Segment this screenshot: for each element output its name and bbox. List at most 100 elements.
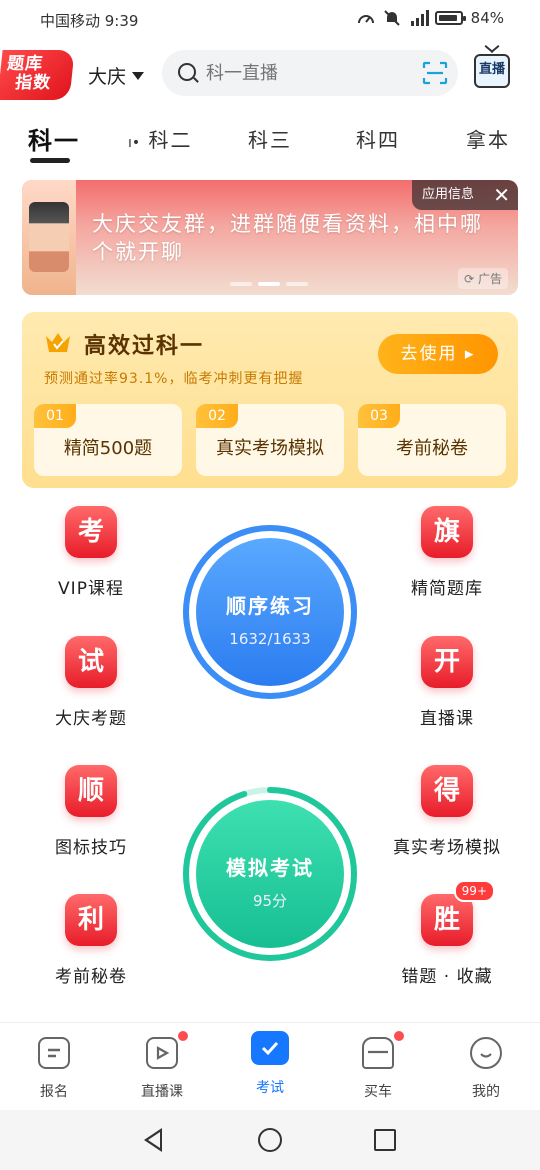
bottom-nav: 报名 直播课 考试 买车 我的 [0,1022,540,1110]
sheng-char: 胜 [433,905,460,935]
grid-item-wrong-favorites[interactable]: 胜 99+ 错题 · 收藏 [382,880,512,987]
grid-item-local-questions[interactable]: 试 大庆考题 [26,636,156,729]
pagination-dot [286,282,308,286]
banner-pagination [230,282,308,286]
nav-buy-car[interactable]: 买车 [328,1031,428,1101]
nav-live-course[interactable]: 直播课 [112,1031,212,1101]
shi-icon: 试 [65,636,117,688]
feature-num: 01 [34,404,76,428]
ad-banner[interactable]: 大庆交友群，进群随便看资料，相中哪个就开聊 应用信息 ✕ ⟳ 广告 [22,180,518,295]
speed-icon [357,10,375,26]
crown-icon [44,330,72,354]
ad-tag: ⟳ 广告 [458,268,508,289]
battery-icon [434,11,466,25]
tab-ke3[interactable]: 科三 [248,124,292,153]
mute-bell-icon [383,10,401,26]
nav-signup[interactable]: 报名 [4,1037,104,1101]
grid-item-real-exam-sim[interactable]: 得 真实考场模拟 [382,765,512,858]
count-badge: 99+ [453,880,495,902]
home-icon[interactable] [258,1128,282,1152]
caret-down-icon [132,71,145,80]
feature-num: 03 [358,404,400,428]
qi-icon: 旗 [421,506,473,558]
tab-naben[interactable]: 拿本 [466,124,510,153]
mock-exam-button[interactable]: 模拟考试 95分 [182,786,358,962]
use-now-button[interactable]: 去使用 ▸ [378,334,498,374]
feature-card[interactable]: 01 精简500题 [34,404,182,476]
search-bar[interactable] [162,50,458,96]
pagination-dot [230,282,252,286]
exam-title: 模拟考试 [226,856,314,880]
banner-thumbnail [22,180,76,295]
signup-icon [38,1037,70,1069]
status-icons: 84% [357,9,504,27]
practice-title: 顺序练习 [226,594,314,618]
status-bar: 中国移动 9:39 84% [0,0,540,38]
nav-exam[interactable]: 考试 [220,1031,320,1097]
grid-label: 考前秘卷 [55,967,127,987]
close-icon[interactable]: ✕ [493,180,510,210]
notification-dot [394,1031,404,1041]
grid-item-question-bank[interactable]: 旗 精简题库 [382,506,512,599]
search-icon [178,63,196,81]
shun-icon: 顺 [65,765,117,817]
promo-title: 高效过科一 [84,334,205,359]
logo-line1: 题库 [6,54,45,74]
feature-card[interactable]: 02 真实考场模拟 [196,404,344,476]
notification-dot [178,1031,188,1041]
carrier-time: 中国移动 9:39 [40,12,139,30]
feature-num: 02 [196,404,238,428]
system-nav-bar [0,1110,540,1170]
nav-label: 考试 [256,1080,284,1096]
grid-label: 真实考场模拟 [393,838,501,858]
de-icon: 得 [421,765,473,817]
battery-percent: 84% [470,9,504,27]
feature-label: 精简500题 [63,438,153,459]
search-input[interactable] [206,50,406,96]
subject-tabs: 科一 ı• 科二 科三 科四 拿本 [0,118,540,168]
li-icon: 利 [65,894,117,946]
app-info-button[interactable]: 应用信息 ✕ [412,180,518,210]
promo-subtitle: 预测通过率93.1%，临考冲刺更有把握 [44,371,304,387]
live-tv-icon[interactable]: 直播 [474,54,510,88]
tab-underline [30,158,70,163]
grid-item-sign-tips[interactable]: 顺 图标技巧 [26,765,156,858]
kao-icon: 考 [65,506,117,558]
smile-icon [470,1037,502,1069]
grid-item-vip-course[interactable]: 考 VIP课程 [26,506,156,599]
logo-line2: 指数 [14,73,53,93]
banner-portrait [29,202,69,272]
recents-icon[interactable] [374,1129,396,1151]
nav-label: 报名 [40,1084,68,1100]
grid-item-secret-paper[interactable]: 利 考前秘卷 [26,894,156,987]
city-selector[interactable]: 大庆 [88,62,145,89]
feature-card[interactable]: 03 考前秘卷 [358,404,506,476]
feature-label: 考前秘卷 [396,438,468,459]
grid-label: 图标技巧 [55,838,127,858]
back-icon[interactable] [144,1128,162,1152]
grid-label: 直播课 [420,709,474,729]
app-logo[interactable]: 题库 指数 [0,50,75,100]
tab-ke1[interactable]: 科一 [28,121,80,156]
sequential-practice-button[interactable]: 顺序练习 1632/1633 [182,524,358,700]
pagination-dot-active [258,282,280,286]
exam-score: 95分 [252,892,288,910]
car-icon [362,1037,394,1069]
tab-ke2-label: 科二 [148,128,193,152]
grid-label: 精简题库 [411,579,483,599]
banner-text: 大庆交友群，进群随便看资料，相中哪个就开聊 [92,212,483,264]
nav-label: 买车 [364,1084,392,1100]
tab-ke4[interactable]: 科四 [356,124,400,153]
app-info-label: 应用信息 [422,187,475,202]
nav-mine[interactable]: 我的 [436,1037,536,1101]
grid-item-live-course[interactable]: 开 直播课 [382,636,512,729]
grid-label: 大庆考题 [55,709,127,729]
ad-refresh-icon: ⟳ [464,272,475,286]
exam-folder-icon [251,1031,289,1065]
scan-icon[interactable] [422,61,448,85]
tab-ke2[interactable]: ı• 科二 [128,124,193,153]
tv-play-icon [146,1037,178,1069]
tab-marker-icon: ı• [128,135,141,151]
practice-progress: 1632/1633 [229,630,311,648]
kai-icon: 开 [421,636,473,688]
